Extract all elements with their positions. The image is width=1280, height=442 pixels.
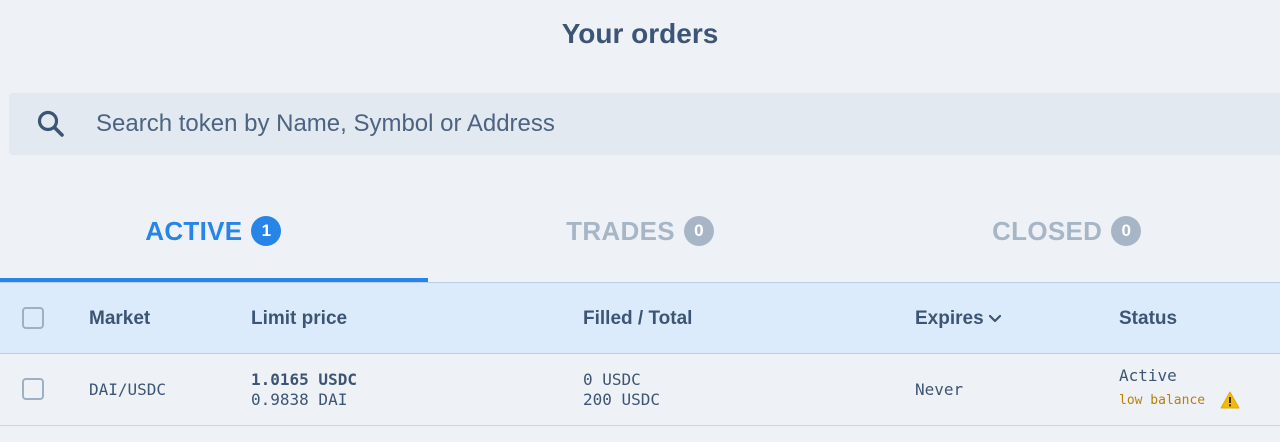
limit-price-primary: 1.0165 USDC <box>251 370 357 389</box>
column-header-status: Status <box>1119 308 1178 329</box>
low-balance-label: low balance <box>1119 393 1206 408</box>
column-header-limit-price: Limit price <box>251 308 348 329</box>
tab-label: TRADES <box>566 215 675 246</box>
tab-active[interactable]: ACTIVE 1 <box>0 180 427 282</box>
column-header-expires[interactable]: Expires <box>915 283 1002 355</box>
tab-label: ACTIVE <box>145 215 243 246</box>
column-header-filled-total: Filled / Total <box>583 308 693 329</box>
column-header-market: Market <box>89 308 151 329</box>
page-title: Your orders <box>561 18 719 49</box>
status-text: Active <box>1119 366 1177 385</box>
search-icon <box>35 108 67 140</box>
limit-price-secondary: 0.9838 DAI <box>251 390 348 409</box>
tab-count-badge: 1 <box>251 216 282 246</box>
tab-count-badge: 0 <box>1111 216 1142 246</box>
expires-cell: Never <box>915 380 964 399</box>
table-row[interactable]: DAI/USDC 1.0165 USDC 0.9838 DAI 0 USDC 2… <box>0 354 1280 426</box>
total-amount: 200 USDC <box>583 390 661 409</box>
search-input[interactable] <box>94 109 1198 139</box>
market-cell: DAI/USDC <box>89 380 167 399</box>
tab-trades[interactable]: TRADES 0 <box>427 180 854 282</box>
table-header: Market Limit price Filled / Total Expire… <box>0 282 1280 354</box>
order-tabs: ACTIVE 1 TRADES 0 CLOSED 0 <box>0 180 1280 282</box>
chevron-down-icon <box>988 314 1002 324</box>
tab-closed[interactable]: CLOSED 0 <box>853 180 1280 282</box>
status-warning[interactable]: low balance <box>1119 389 1240 411</box>
column-header-expires-label: Expires <box>915 308 984 329</box>
select-all-checkbox[interactable] <box>22 307 44 329</box>
tab-count-badge: 0 <box>683 216 714 246</box>
row-checkbox[interactable] <box>22 378 44 400</box>
warning-icon <box>1220 391 1240 409</box>
search-bar[interactable] <box>9 93 1280 155</box>
orders-page: Your orders ACTIVE 1 TRADES 0 CLOSED 0 M… <box>0 0 1280 442</box>
filled-amount: 0 USDC <box>583 370 641 389</box>
tab-label: CLOSED <box>992 215 1103 246</box>
